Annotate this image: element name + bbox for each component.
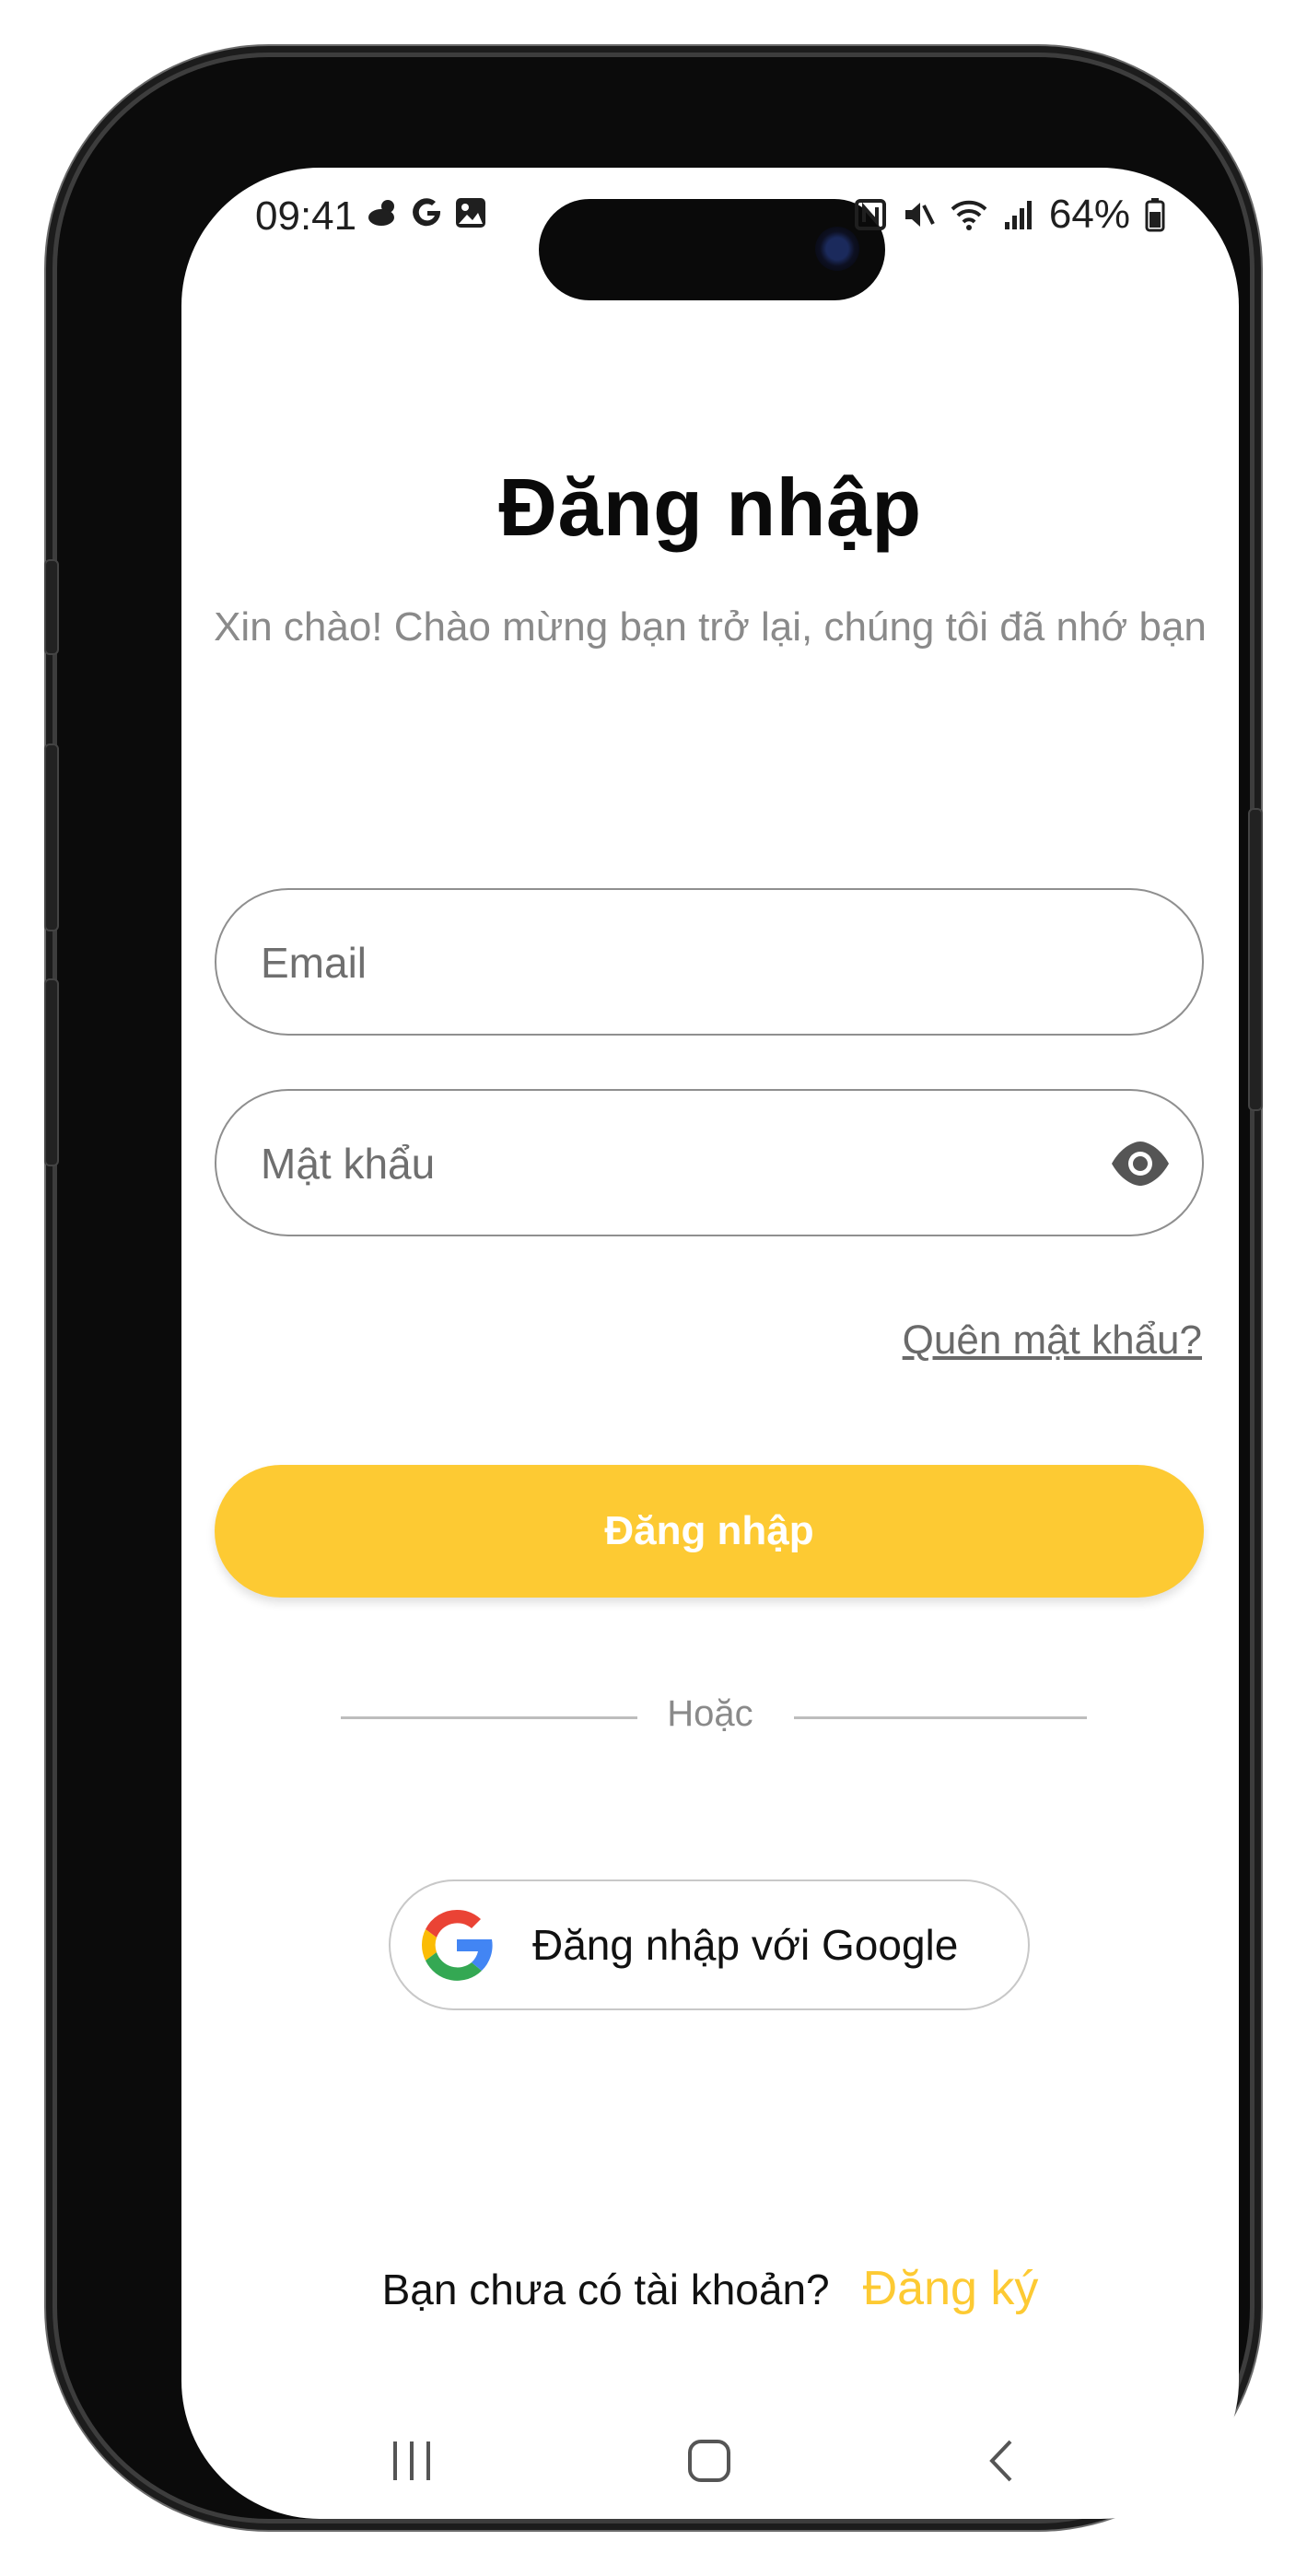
gallery-icon: [456, 198, 485, 228]
action-button: [44, 559, 59, 655]
status-time: 09:41: [255, 193, 357, 239]
divider-line-right: [794, 1716, 1087, 1719]
signup-question: Bạn chưa có tài khoản?: [381, 2266, 830, 2313]
nfc-icon: [854, 199, 886, 230]
divider-text: Hoặc: [667, 1693, 753, 1734]
google-signin-button[interactable]: Đăng nhập với Google: [389, 1879, 1030, 2010]
google-signin-label: Đăng nhập với Google: [532, 1921, 959, 1969]
wifi-icon: [951, 200, 987, 230]
email-field[interactable]: [215, 888, 1204, 1036]
power-button: [1248, 808, 1263, 1111]
password-input[interactable]: [259, 1091, 1055, 1236]
or-divider: Hoặc: [181, 1690, 1239, 1745]
page-title: Đăng nhập: [498, 462, 922, 553]
status-icons-right: 64%: [854, 192, 1165, 238]
google-logo-icon: [421, 1909, 493, 1981]
status-icons-left: [366, 195, 487, 230]
mute-icon: [904, 203, 935, 227]
home-icon[interactable]: [686, 2438, 732, 2484]
phone-frame: 09:41 64% Đăng nhập Xin chào! Chào mừng …: [44, 57, 1263, 2519]
google-g-icon: [413, 198, 441, 227]
weather-icon: [368, 200, 394, 226]
email-input[interactable]: [259, 890, 1055, 1036]
login-button-label: Đăng nhập: [604, 1508, 814, 1553]
signal-icon: [1004, 201, 1032, 229]
volume-up-button: [44, 744, 59, 931]
phone-screen: 09:41 64% Đăng nhập Xin chào! Chào mừng …: [181, 168, 1239, 2519]
eye-icon[interactable]: [1110, 1137, 1171, 1190]
signup-link[interactable]: Đăng ký: [863, 2261, 1039, 2316]
forgot-password-link[interactable]: Quên mật khẩu?: [903, 1317, 1202, 1364]
login-button[interactable]: Đăng nhập: [215, 1465, 1204, 1598]
dynamic-island: [539, 199, 885, 300]
front-camera: [815, 227, 859, 271]
battery-percent: 64%: [1048, 192, 1130, 237]
page-subtitle: Xin chào! Chào mừng bạn trở lại, chúng t…: [214, 604, 1207, 650]
volume-down-button: [44, 978, 59, 1166]
signup-row: Bạn chưa có tài khoản? Đăng ký: [181, 2261, 1239, 2316]
password-field[interactable]: [215, 1089, 1204, 1236]
battery-icon: [1145, 198, 1165, 232]
recents-icon[interactable]: [389, 2438, 435, 2484]
back-icon[interactable]: [983, 2438, 1020, 2484]
navigation-bar: [181, 2423, 1239, 2515]
